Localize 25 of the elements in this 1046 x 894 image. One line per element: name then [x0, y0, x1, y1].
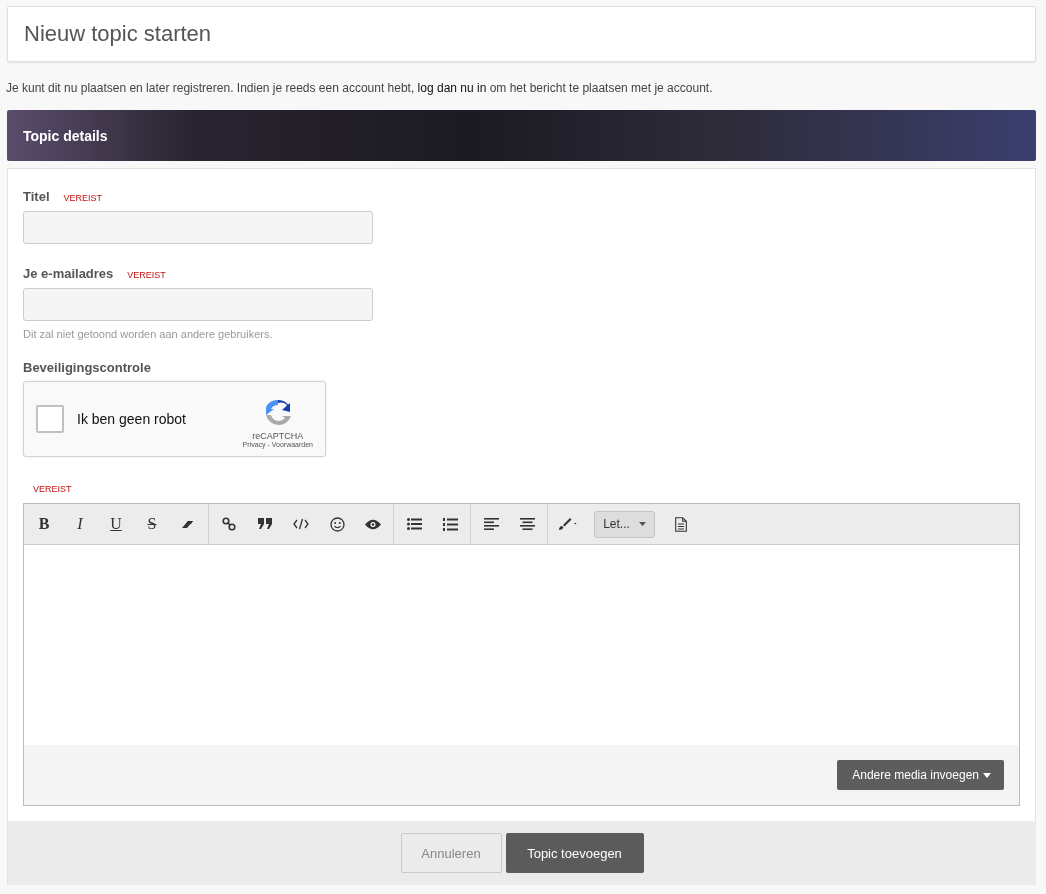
format-button[interactable]: S — [134, 509, 170, 539]
field-label: Beveiligingscontrole — [23, 360, 152, 375]
submit-button[interactable]: Topic toevoegen — [505, 833, 644, 873]
required-tag: VEREIST — [63, 193, 102, 203]
notice-text: Je kunt dit nu plaatsen en later registreren. Indien je reeds een account hebt, log dan nu in om het bericht te plaatsen met je account. — [6, 81, 714, 95]
page-title: Nieuw topic starten — [24, 21, 212, 47]
font-dropdown[interactable]: Let... — [594, 510, 655, 538]
section-title: Topic details — [23, 127, 108, 144]
required-tag: VEREIST — [127, 270, 166, 280]
format-button[interactable]: U — [98, 509, 134, 539]
field-hint: Dit zal niet getoond worden aan andere gebruikers. — [23, 328, 274, 340]
caret-icon — [983, 772, 991, 778]
login-link[interactable]: log dan nu in — [417, 81, 487, 95]
input-field[interactable] — [23, 288, 373, 321]
field-label: Je e-mailadres — [23, 266, 114, 281]
caret-icon — [638, 522, 646, 526]
captcha-brand: reCAPTCHA — [252, 430, 304, 441]
captcha-checkbox[interactable] — [36, 405, 64, 433]
captcha-text: Ik ben geen robot — [77, 411, 187, 427]
field-label: Titel — [23, 189, 50, 204]
format-button[interactable]: B — [26, 509, 62, 539]
insert-media-button[interactable]: Andere media invoegen — [837, 760, 1004, 790]
required-tag: VEREIST — [33, 484, 1020, 494]
format-button[interactable]: I — [62, 509, 98, 539]
input-field[interactable] — [23, 211, 373, 244]
